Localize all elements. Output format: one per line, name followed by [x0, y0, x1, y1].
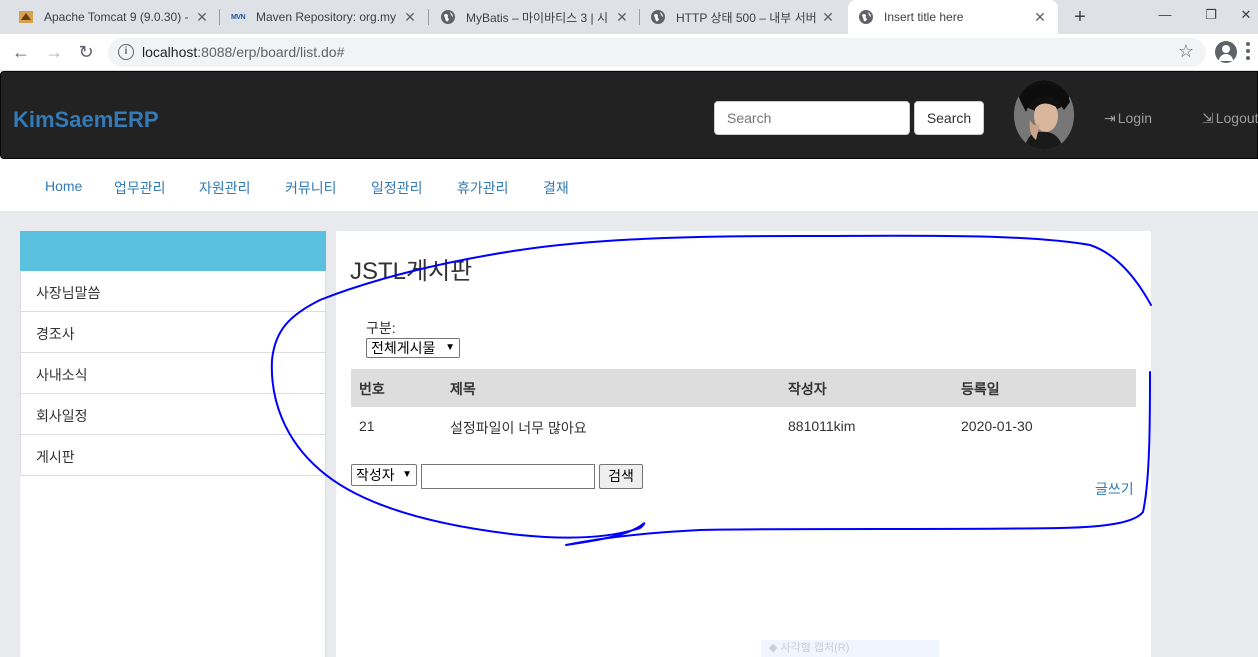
- close-icon[interactable]: ✕: [194, 9, 210, 26]
- close-icon[interactable]: ✕: [614, 9, 630, 26]
- menu-item-community[interactable]: 커뮤니티: [285, 178, 337, 198]
- sidebar-item-ceo-message[interactable]: 사장님말씀: [20, 271, 326, 312]
- column-header-writer: 작성자: [788, 381, 827, 397]
- menu-item-work[interactable]: 업무관리: [114, 178, 166, 198]
- browser-tab-active[interactable]: Insert title here ✕: [848, 0, 1058, 34]
- tab-title: Maven Repository: org.my: [256, 10, 397, 24]
- avatar: [1014, 80, 1074, 150]
- close-icon[interactable]: ✕: [1032, 9, 1048, 26]
- forward-icon[interactable]: →: [42, 40, 66, 64]
- table-header: 번호 제목 작성자 등록일: [351, 369, 1136, 407]
- cell-writer: 881011kim: [788, 418, 856, 434]
- maven-icon: MVN: [230, 13, 246, 21]
- globe-icon: [858, 9, 874, 25]
- window-close-icon[interactable]: ✕: [1234, 0, 1258, 30]
- dropdown-arrow-icon: ▼: [402, 469, 412, 480]
- main-menu: Home 업무관리 자원관리 커뮤니티 일정관리 휴가관리 결재: [0, 159, 1258, 211]
- menu-item-home[interactable]: Home: [45, 178, 82, 194]
- table-row[interactable]: 21 설정파일이 너무 많아요 881011kim 2020-01-30: [351, 407, 1136, 445]
- board-panel: JSTL게시판 구분: 전체게시물 ▼ 번호 제목 작성자 등록일 21 설정파일…: [336, 231, 1151, 657]
- browser-tab-maven[interactable]: MVN Maven Repository: org.my ✕: [220, 0, 428, 34]
- browser-tab-strip: Apache Tomcat 9 (9.0.30) - ✕ MVN Maven R…: [0, 0, 1258, 34]
- dropdown-arrow-icon: ▼: [445, 342, 455, 353]
- column-header-date: 등록일: [961, 381, 1000, 397]
- menu-item-resource[interactable]: 자원관리: [199, 178, 251, 198]
- cell-date: 2020-01-30: [961, 418, 1033, 434]
- search-button[interactable]: Search: [914, 101, 984, 135]
- tab-title: Insert title here: [884, 10, 964, 24]
- info-icon[interactable]: i: [118, 44, 134, 60]
- sidebar-item-events[interactable]: 경조사: [20, 312, 326, 353]
- browser-tab-http500[interactable]: HTTP 상태 500 – 내부 서버 ✕: [640, 0, 846, 34]
- browser-tab-mybatis[interactable]: MyBatis – 마이바티스 3 | 시 ✕: [430, 0, 640, 34]
- new-tab-icon[interactable]: +: [1068, 4, 1092, 30]
- board-search-input[interactable]: [421, 464, 595, 489]
- menu-item-approval[interactable]: 결재: [543, 178, 569, 198]
- column-header-no: 번호: [359, 381, 385, 397]
- globe-icon: [440, 9, 456, 25]
- site-navbar: KimSaemERP Search ⇥Login ⇲Logout: [0, 71, 1258, 159]
- back-icon[interactable]: ←: [9, 40, 33, 64]
- search-field-select[interactable]: 작성자 ▼: [351, 464, 417, 486]
- cell-no: 21: [359, 418, 375, 434]
- category-select[interactable]: 전체게시물 ▼: [366, 338, 460, 358]
- tab-title: Apache Tomcat 9 (9.0.30) -: [44, 10, 189, 24]
- column-header-title: 제목: [450, 381, 476, 397]
- browser-toolbar: ← → ↻ i localhost:8088/erp/board/list.do…: [0, 34, 1258, 71]
- sidebar-item-company-schedule[interactable]: 회사일정: [20, 394, 326, 435]
- address-bar[interactable]: i localhost:8088/erp/board/list.do# ☆: [108, 38, 1206, 67]
- close-icon[interactable]: ✕: [402, 9, 418, 26]
- login-link[interactable]: ⇥ Login: [1104, 110, 1152, 127]
- sidebar: 사장님말씀 경조사 사내소식 회사일정 게시판: [20, 271, 326, 657]
- browser-tab-tomcat[interactable]: Apache Tomcat 9 (9.0.30) - ✕: [8, 0, 220, 34]
- reload-icon[interactable]: ↻: [74, 40, 98, 64]
- bookmark-star-icon[interactable]: ☆: [1178, 41, 1194, 62]
- brand-logo[interactable]: KimSaemERP: [13, 107, 159, 133]
- sidebar-item-board[interactable]: 게시판: [20, 435, 326, 476]
- page-title: JSTL게시판: [350, 258, 473, 285]
- write-link[interactable]: 글쓰기: [1095, 479, 1134, 499]
- browser-menu-icon[interactable]: [1246, 42, 1250, 62]
- globe-icon: [650, 9, 666, 25]
- restore-icon[interactable]: ❐: [1188, 0, 1234, 30]
- login-icon: ⇥: [1104, 110, 1116, 126]
- snip-tooltip: ◆ 사각형 캡처(R): [761, 640, 939, 657]
- minimize-icon[interactable]: —: [1142, 0, 1188, 30]
- search-input[interactable]: [714, 101, 910, 135]
- board-search-button[interactable]: 검색: [599, 464, 643, 489]
- url-text: localhost:8088/erp/board/list.do#: [142, 44, 345, 60]
- tab-title: HTTP 상태 500 – 내부 서버: [676, 10, 817, 25]
- sidebar-header: [20, 231, 326, 271]
- profile-icon[interactable]: [1215, 41, 1237, 63]
- logout-icon: ⇲: [1202, 110, 1214, 126]
- menu-item-schedule[interactable]: 일정관리: [371, 178, 423, 198]
- tab-title: MyBatis – 마이바티스 3 | 시: [466, 10, 609, 25]
- cell-title[interactable]: 설정파일이 너무 많아요: [450, 418, 587, 438]
- tab-separator: [428, 9, 429, 25]
- category-label: 구분:: [366, 320, 396, 336]
- sidebar-item-news[interactable]: 사내소식: [20, 353, 326, 394]
- menu-item-vacation[interactable]: 휴가관리: [457, 178, 509, 198]
- tomcat-icon: [18, 9, 34, 25]
- logout-link[interactable]: ⇲ Logout: [1202, 110, 1258, 127]
- close-icon[interactable]: ✕: [820, 9, 836, 26]
